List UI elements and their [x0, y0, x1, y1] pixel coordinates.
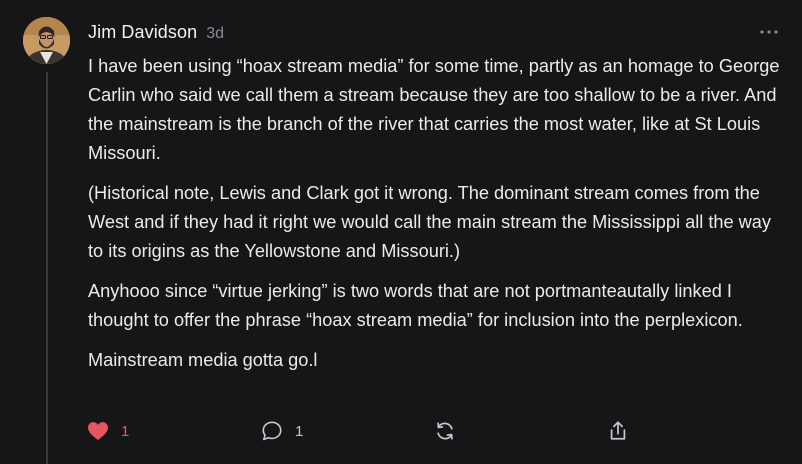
comment-paragraph: Mainstream media gotta go.l	[88, 350, 318, 370]
author-name[interactable]: Jim Davidson	[88, 22, 197, 43]
comment-actions: 1 1	[0, 418, 802, 446]
like-button[interactable]: 1	[87, 418, 129, 444]
ellipsis-icon	[760, 30, 778, 34]
avatar[interactable]	[23, 17, 70, 64]
comment-paragraph: Anyhooo since “virtue jerking” is two wo…	[88, 281, 743, 330]
thread-line	[46, 72, 48, 464]
comment-paragraph: (Historical note, Lewis and Clark got it…	[88, 183, 772, 261]
more-options-button[interactable]	[758, 22, 780, 42]
comment-header: Jim Davidson 3d	[88, 22, 224, 46]
avatar-image	[23, 17, 70, 64]
share-button[interactable]	[607, 418, 629, 444]
restack-button[interactable]	[434, 418, 456, 444]
comment-body: I have been using “hoax stream media” fo…	[88, 52, 788, 386]
like-count: 1	[121, 422, 130, 440]
reply-count: 1	[295, 422, 304, 440]
reply-button[interactable]: 1	[261, 418, 303, 444]
restack-icon	[437, 422, 453, 440]
speech-bubble-icon	[262, 421, 282, 441]
heart-icon	[88, 422, 108, 441]
timestamp[interactable]: 3d	[206, 25, 224, 43]
comment-paragraph: I have been using “hoax stream media” fo…	[88, 56, 780, 163]
share-icon	[610, 421, 626, 440]
